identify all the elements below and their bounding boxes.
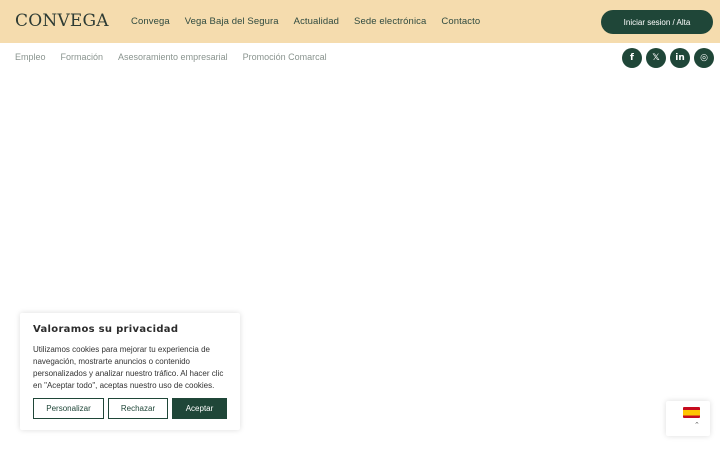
- cookie-banner: Valoramos su privacidad Utilizamos cooki…: [20, 313, 240, 430]
- nav-convega[interactable]: Convega: [131, 16, 170, 27]
- reject-button[interactable]: Rechazar: [108, 398, 168, 419]
- nav-contacto[interactable]: Contacto: [441, 16, 480, 27]
- nav-actualidad[interactable]: Actualidad: [294, 16, 339, 27]
- nav-sede-electronica[interactable]: Sede electrónica: [354, 16, 426, 27]
- subnav-promocion[interactable]: Promoción Comarcal: [243, 52, 327, 62]
- social-links: f 𝕏 in ◎: [622, 48, 714, 68]
- top-bar: CONVEGA Convega Vega Baja del Segura Act…: [0, 0, 720, 43]
- language-switcher[interactable]: ⌃: [666, 401, 710, 436]
- cookie-text: Utilizamos cookies para mejorar tu exper…: [33, 345, 224, 390]
- sub-nav: Empleo Formación Asesoramiento empresari…: [15, 52, 327, 62]
- cookie-title: Valoramos su privacidad: [33, 324, 179, 335]
- subnav-asesoramiento[interactable]: Asesoramiento empresarial: [118, 52, 228, 62]
- spain-flag-icon: [683, 407, 700, 418]
- facebook-icon[interactable]: f: [622, 48, 642, 68]
- logo[interactable]: CONVEGA: [15, 11, 109, 31]
- customize-button[interactable]: Personalizar: [33, 398, 104, 419]
- nav-vega-baja[interactable]: Vega Baja del Segura: [185, 16, 279, 27]
- x-icon[interactable]: 𝕏: [646, 48, 666, 68]
- login-button[interactable]: Iniciar sesion / Alta: [601, 10, 713, 34]
- instagram-icon[interactable]: ◎: [694, 48, 714, 68]
- chevron-up-icon: ⌃: [694, 421, 700, 429]
- cookie-buttons: Personalizar Rechazar Aceptar: [33, 398, 227, 419]
- main-nav: Convega Vega Baja del Segura Actualidad …: [131, 0, 480, 43]
- linkedin-icon[interactable]: in: [670, 48, 690, 68]
- subnav-empleo[interactable]: Empleo: [15, 52, 46, 62]
- subnav-formacion[interactable]: Formación: [61, 52, 104, 62]
- accept-button[interactable]: Aceptar: [172, 398, 227, 419]
